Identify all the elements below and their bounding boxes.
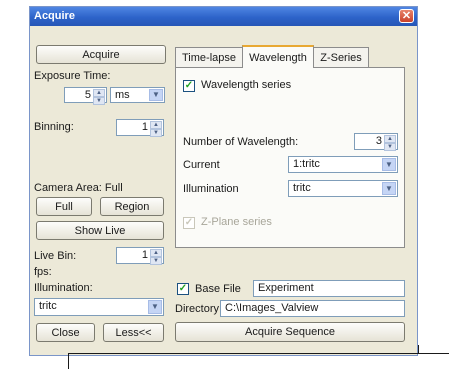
divider-line: [68, 353, 449, 354]
divider-line: [418, 345, 419, 354]
divider-line: [68, 353, 69, 369]
show-live-button[interactable]: Show Live: [36, 221, 164, 240]
wavelength-tab-panel: ✓ Wavelength series Number of Wavelength…: [175, 67, 405, 248]
directory-input[interactable]: C:\Images_Valview: [220, 300, 405, 317]
exposure-time-spinner[interactable]: 5 ▲ ▼: [64, 87, 107, 105]
live-bin-spinner[interactable]: 1 ▲ ▼: [116, 247, 164, 265]
full-button[interactable]: Full: [36, 197, 92, 216]
close-icon: ✕: [401, 9, 412, 22]
number-of-wavelength-label: Number of Wavelength:: [183, 136, 299, 148]
acquire-sequence-button[interactable]: Acquire Sequence: [175, 322, 405, 342]
exposure-unit-value: ms: [115, 89, 130, 101]
binning-value: 1: [141, 121, 148, 133]
tab-time-lapse[interactable]: Time-lapse: [175, 47, 243, 67]
base-file-input[interactable]: Experiment: [253, 280, 405, 297]
chevron-down-icon: ▼: [382, 182, 396, 195]
region-button[interactable]: Region: [100, 197, 164, 216]
exposure-time-value: 5: [84, 89, 91, 101]
base-file-label: Base File: [195, 283, 241, 295]
acquire-dialog: Acquire ✕ Acquire Exposure Time: 5 ▲ ▼ ms…: [29, 6, 418, 356]
z-plane-series-label: Z-Plane series: [201, 216, 272, 228]
spin-arrows-icon[interactable]: ▲ ▼: [93, 89, 105, 105]
spin-arrows-icon[interactable]: ▲ ▼: [150, 249, 162, 265]
base-file-value: Experiment: [258, 282, 314, 294]
directory-label: Directory: [175, 303, 220, 315]
wavelength-illumination-value: tritc: [293, 182, 311, 194]
wavelength-illumination-select[interactable]: tritc ▼: [288, 180, 398, 197]
chevron-down-icon: ▼: [149, 89, 163, 101]
base-file-checkbox[interactable]: ✓: [177, 283, 189, 295]
number-of-wavelength-value: 3: [375, 135, 382, 147]
chevron-down-icon: ▼: [148, 300, 162, 314]
tab-wavelength[interactable]: Wavelength: [242, 45, 314, 68]
window-title: Acquire: [34, 10, 75, 22]
z-plane-series-checkbox[interactable]: ✓: [183, 217, 195, 229]
checkmark-icon: ✓: [184, 80, 194, 91]
tab-z-series[interactable]: Z-Series: [313, 47, 369, 67]
illumination-label: Illumination:: [34, 282, 93, 294]
current-wavelength-value: 1:tritc: [293, 158, 320, 170]
title-bar[interactable]: Acquire ✕: [30, 7, 417, 26]
illumination-value: tritc: [39, 300, 57, 312]
exposure-time-label: Exposure Time:: [34, 70, 111, 82]
spin-arrows-icon[interactable]: ▲ ▼: [384, 135, 396, 151]
wavelength-illumination-label: Illumination: [183, 183, 239, 195]
live-bin-value: 1: [141, 249, 148, 261]
exposure-unit-select[interactable]: ms ▼: [110, 87, 165, 103]
fps-label: fps:: [34, 266, 52, 278]
binning-spinner[interactable]: 1 ▲ ▼: [116, 119, 164, 137]
number-of-wavelength-spinner[interactable]: 3 ▲ ▼: [354, 133, 398, 151]
illumination-select[interactable]: tritc ▼: [34, 298, 164, 316]
close-button[interactable]: Close: [36, 323, 95, 342]
checkmark-icon: ✓: [178, 283, 188, 294]
binning-label: Binning:: [34, 121, 74, 133]
live-bin-label: Live Bin:: [34, 250, 77, 262]
spin-arrows-icon[interactable]: ▲ ▼: [150, 121, 162, 137]
current-wavelength-select[interactable]: 1:tritc ▼: [288, 156, 398, 173]
acquire-button[interactable]: Acquire: [36, 45, 166, 64]
directory-value: C:\Images_Valview: [225, 302, 319, 314]
camera-area-label: Camera Area: Full: [34, 182, 123, 194]
current-label: Current: [183, 159, 220, 171]
wavelength-series-label: Wavelength series: [201, 79, 292, 91]
checkmark-icon: ✓: [184, 217, 194, 228]
chevron-down-icon: ▼: [382, 158, 396, 171]
less-button[interactable]: Less<<: [103, 323, 164, 342]
wavelength-series-checkbox[interactable]: ✓: [183, 80, 195, 92]
close-window-button[interactable]: ✕: [399, 9, 414, 23]
